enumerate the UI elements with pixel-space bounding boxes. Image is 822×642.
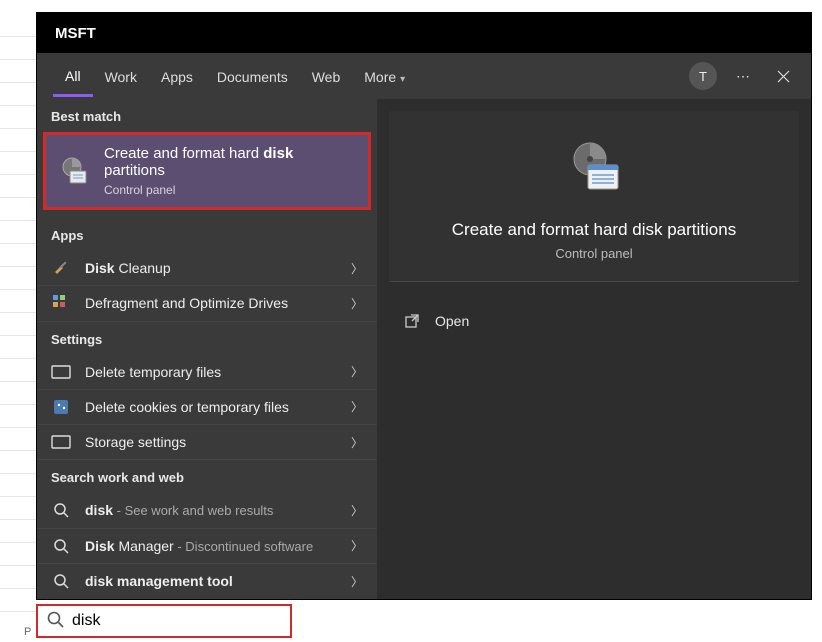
open-icon [403, 312, 421, 330]
chevron-right-icon: 〉 [351, 295, 363, 312]
web-result-disk-mgmt-tool[interactable]: disk management tool 〉 [37, 564, 377, 599]
background-paper [0, 14, 36, 624]
chevron-right-icon: 〉 [351, 260, 363, 277]
user-avatar[interactable]: T [683, 56, 723, 96]
tab-apps[interactable]: Apps [149, 57, 205, 95]
tab-work[interactable]: Work [93, 57, 149, 95]
tab-all[interactable]: All [53, 56, 93, 97]
section-settings: Settings [37, 322, 377, 355]
detail-title: Create and format hard disk partitions [452, 220, 736, 240]
setting-delete-cookies[interactable]: Delete cookies or temporary files 〉 [37, 390, 377, 425]
taskbar-search[interactable] [36, 604, 292, 638]
detail-card: Create and format hard disk partitions C… [389, 111, 799, 282]
app-defragment[interactable]: Defragment and Optimize Drives 〉 [37, 286, 377, 321]
filter-tabs: All Work Apps Documents Web More T ⋯ [37, 53, 811, 99]
defrag-icon [51, 293, 71, 313]
best-match-result[interactable]: Create and format hard disk partitions C… [43, 132, 371, 210]
disk-partition-icon [58, 155, 90, 187]
section-apps: Apps [37, 218, 377, 251]
close-button[interactable] [763, 56, 803, 96]
titlebar: MSFT [37, 13, 811, 53]
section-search-work-web: Search work and web [37, 460, 377, 493]
broom-icon [51, 258, 71, 278]
web-result-disk[interactable]: disk - See work and web results 〉 [37, 493, 377, 528]
avatar-circle: T [689, 62, 717, 90]
ellipsis-icon: ⋯ [736, 68, 750, 85]
search-window: MSFT All Work Apps Documents Web More T … [36, 12, 812, 600]
more-options-button[interactable]: ⋯ [723, 56, 763, 96]
chevron-right-icon: 〉 [351, 434, 363, 451]
chevron-right-icon: 〉 [351, 363, 363, 380]
cookie-icon [51, 397, 71, 417]
search-icon [51, 571, 71, 591]
disk-partition-icon-large [562, 137, 626, 202]
chevron-right-icon: 〉 [351, 537, 363, 554]
search-icon [51, 500, 71, 520]
tab-web[interactable]: Web [300, 57, 353, 95]
detail-actions: Open [389, 298, 799, 344]
results-pane: Best match Create and format hard disk p… [37, 99, 377, 599]
search-icon [46, 610, 64, 633]
web-result-disk-manager[interactable]: Disk Manager - Discontinued software 〉 [37, 529, 377, 564]
search-icon [51, 536, 71, 556]
section-best-match: Best match [37, 99, 377, 132]
stray-letter: P [24, 626, 31, 638]
detail-subtitle: Control panel [555, 246, 632, 261]
rect-icon [51, 362, 71, 382]
setting-storage[interactable]: Storage settings 〉 [37, 425, 377, 460]
tab-documents[interactable]: Documents [205, 57, 300, 95]
chevron-right-icon: 〉 [351, 398, 363, 415]
chevron-right-icon: 〉 [351, 502, 363, 519]
best-match-text: Create and format hard disk partitions C… [104, 145, 356, 197]
chevron-right-icon: 〉 [351, 573, 363, 590]
search-input[interactable] [72, 612, 282, 630]
detail-pane: Create and format hard disk partitions C… [377, 99, 811, 599]
action-label: Open [435, 313, 469, 329]
rect-icon [51, 432, 71, 452]
window-title: MSFT [55, 25, 96, 42]
close-icon [777, 70, 790, 83]
tab-more[interactable]: More [352, 57, 417, 95]
action-open[interactable]: Open [397, 302, 791, 340]
app-disk-cleanup[interactable]: Disk Cleanup 〉 [37, 251, 377, 286]
setting-delete-temp[interactable]: Delete temporary files 〉 [37, 355, 377, 390]
